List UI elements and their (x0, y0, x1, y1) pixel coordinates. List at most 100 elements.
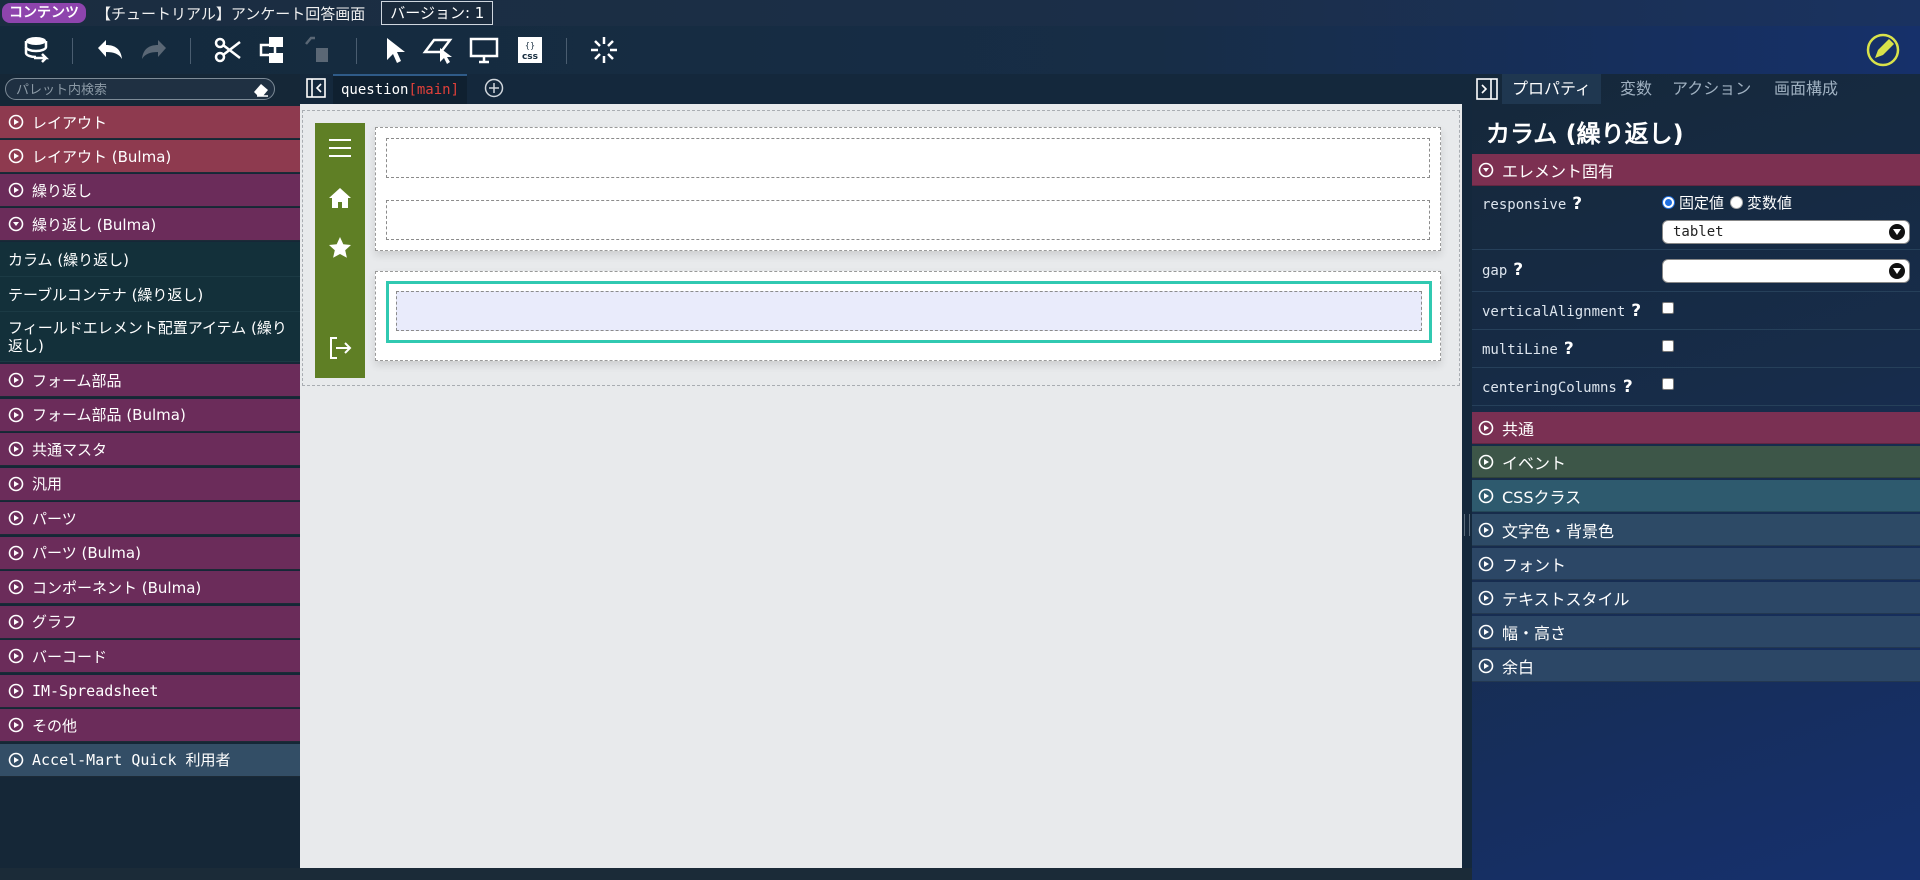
palette-category-layout[interactable]: レイアウト (0, 106, 300, 139)
palette-item-column-repeat[interactable]: カラム (繰り返し) (0, 242, 300, 277)
palette-category-parts-bulma[interactable]: パーツ (Bulma) (0, 536, 300, 570)
palette-search-input[interactable] (6, 80, 226, 101)
category-label: バーコード (32, 647, 108, 666)
radio-variable-label: 変数値 (1747, 194, 1793, 212)
css-icon[interactable]: {} css (514, 34, 546, 66)
version-label[interactable]: バージョン: 1 (381, 1, 494, 25)
section-event[interactable]: イベント (1472, 446, 1920, 478)
category-label: レイアウト (32, 113, 108, 132)
play-circle-icon (1478, 454, 1494, 469)
palette-category-parts[interactable]: パーツ (0, 502, 300, 535)
logout-icon[interactable] (327, 335, 353, 361)
content-container[interactable] (375, 271, 1441, 361)
tab-screen-structure[interactable]: 画面構成 (1764, 74, 1848, 104)
palette-category-common-master[interactable]: 共通マスタ (0, 433, 300, 466)
splitter-grip[interactable] (1464, 514, 1470, 536)
help-icon[interactable]: ? (1564, 339, 1574, 359)
drop-slot[interactable] (386, 200, 1430, 240)
palette-category-layout-bulma[interactable]: レイアウト (Bulma) (0, 140, 300, 173)
palette-search[interactable] (5, 78, 275, 101)
pointer-icon[interactable] (378, 34, 410, 66)
paste-icon[interactable] (302, 34, 334, 66)
palette-item-field-element[interactable]: フィールドエレメント配置アイテム (繰り返し) (0, 312, 300, 362)
tab-actions[interactable]: アクション (1662, 74, 1761, 104)
tab-properties[interactable]: プロパティ (1502, 74, 1602, 104)
page-frame[interactable] (302, 110, 1460, 386)
side-navigation[interactable] (315, 123, 365, 378)
redo-icon[interactable] (138, 34, 170, 66)
preview-pointer-icon[interactable] (422, 34, 454, 66)
palette-category-form-parts[interactable]: フォーム部品 (0, 364, 300, 397)
category-label: グラフ (32, 613, 78, 631)
tab-tag: [main] (408, 82, 460, 98)
menu-icon[interactable] (327, 135, 353, 161)
home-icon[interactable] (327, 185, 353, 211)
radio-variable[interactable] (1730, 196, 1744, 209)
toolbar-separator (566, 38, 567, 64)
section-element-specific[interactable]: エレメント固有 (1472, 154, 1920, 186)
database-icon[interactable] (20, 34, 52, 66)
radio-fixed[interactable] (1662, 196, 1675, 209)
centering-columns-checkbox[interactable] (1662, 378, 1674, 390)
help-icon[interactable]: ? (1513, 260, 1523, 280)
tab-variables[interactable]: 変数 (1610, 74, 1662, 104)
palette-category-repeat[interactable]: 繰り返し (0, 174, 300, 207)
help-icon[interactable]: ? (1572, 194, 1582, 214)
drop-slot[interactable] (386, 138, 1430, 178)
play-circle-icon (1478, 556, 1494, 571)
cut-icon[interactable] (212, 34, 244, 66)
column-item-slot[interactable] (396, 291, 1422, 331)
palette-category-components-bulma[interactable]: コンポーネント (Bulma) (0, 571, 300, 604)
section-common[interactable]: 共通 (1472, 412, 1920, 444)
vertical-alignment-checkbox[interactable] (1662, 302, 1674, 314)
section-text-style[interactable]: テキストスタイル (1472, 582, 1920, 614)
palette-category-general[interactable]: 汎用 (0, 467, 300, 501)
design-canvas[interactable] (300, 104, 1462, 868)
palette-item-label: テーブルコンテナ (繰り返し) (8, 285, 204, 304)
panel-splitter[interactable] (1462, 74, 1472, 868)
prop-vertical-alignment: verticalAlignment? (1472, 292, 1920, 330)
prop-label-text: centeringColumns (1482, 380, 1617, 396)
tab-question-main[interactable]: question [main] (333, 74, 468, 104)
palette-item-table-container[interactable]: テーブルコンテナ (繰り返し) (0, 277, 300, 312)
help-icon[interactable]: ? (1623, 377, 1633, 397)
monitor-icon[interactable] (468, 34, 500, 66)
palette-category-graph[interactable]: グラフ (0, 605, 300, 639)
components-icon[interactable] (256, 34, 288, 66)
selected-column-repeat[interactable] (386, 281, 1432, 343)
palette-category-others[interactable]: その他 (0, 709, 300, 742)
responsive-select[interactable]: tablet (1662, 220, 1910, 244)
section-margin[interactable]: 余白 (1472, 650, 1920, 682)
section-font[interactable]: フォント (1472, 548, 1920, 580)
chevron-down-circle-icon (1478, 162, 1494, 177)
collapse-panel-icon[interactable] (1476, 78, 1498, 100)
category-label: パーツ (Bulma) (32, 544, 141, 562)
chevron-down-circle-icon (8, 216, 24, 232)
palette-category-im-spreadsheet[interactable]: IM-Spreadsheet (0, 674, 300, 708)
play-circle-icon (1478, 590, 1494, 605)
palette-category-repeat-bulma[interactable]: 繰り返し (Bulma) (0, 208, 300, 241)
add-tab-icon[interactable] (484, 78, 504, 98)
content-container[interactable] (375, 127, 1441, 251)
star-icon[interactable] (327, 235, 353, 261)
section-text-bg-color[interactable]: 文字色・背景色 (1472, 514, 1920, 546)
category-label: レイアウト (Bulma) (32, 147, 172, 166)
palette-item-label: カラム (繰り返し) (8, 250, 130, 269)
help-icon[interactable]: ? (1631, 301, 1641, 321)
loading-icon[interactable] (588, 34, 620, 66)
palette-category-form-parts-bulma[interactable]: フォーム部品 (Bulma) (0, 398, 300, 432)
collapse-panel-icon[interactable] (306, 78, 326, 98)
category-label: フォーム部品 (32, 371, 122, 390)
element-title: カラム (繰り返し) (1486, 120, 1684, 148)
eraser-icon[interactable] (252, 81, 270, 97)
undo-icon[interactable] (94, 34, 126, 66)
gap-select[interactable] (1662, 259, 1910, 283)
edit-icon[interactable] (1866, 33, 1900, 67)
category-label: IM-Spreadsheet (32, 681, 159, 700)
palette-category-barcode[interactable]: バーコード (0, 640, 300, 673)
palette-category-accel-mart-quick-user[interactable]: Accel-Mart Quick 利用者 (0, 743, 300, 777)
play-circle-icon (8, 510, 24, 526)
section-css-class[interactable]: CSSクラス (1472, 480, 1920, 512)
multiline-checkbox[interactable] (1662, 340, 1674, 352)
section-width-height[interactable]: 幅・高さ (1472, 616, 1920, 648)
